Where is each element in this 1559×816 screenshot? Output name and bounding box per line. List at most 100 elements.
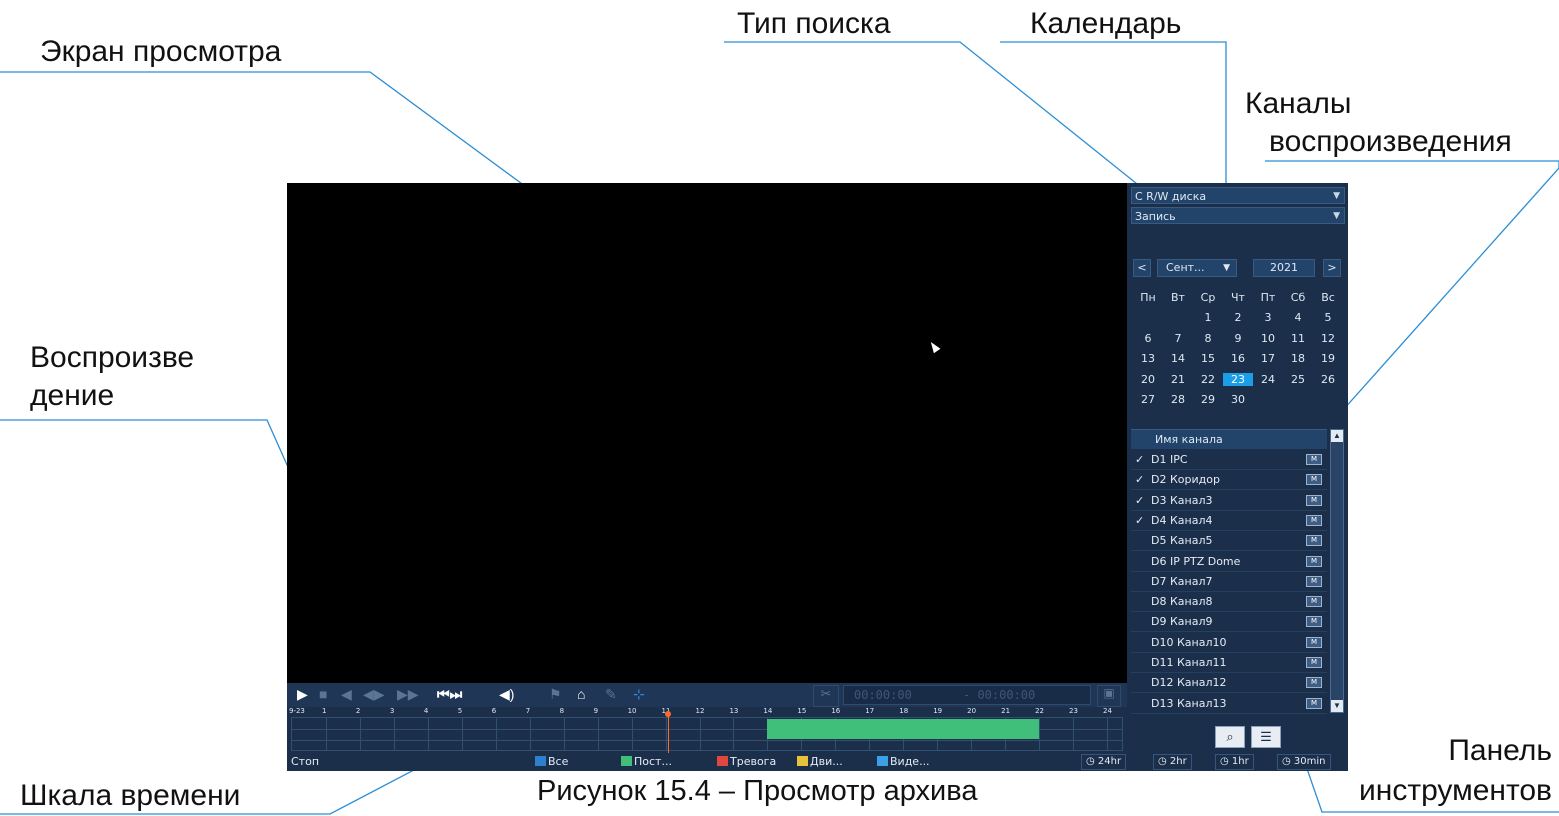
calendar-day[interactable]: 20 — [1133, 373, 1163, 386]
play-icon[interactable]: ▶ — [297, 686, 308, 703]
time-scale[interactable]: 9-23 12345678910111213141516171819202122… — [287, 707, 1127, 753]
main-stream-toggle[interactable]: M — [1306, 555, 1322, 567]
channel-row[interactable]: D8 Канал8 M — [1131, 592, 1327, 613]
channel-checkbox[interactable]: ✓ — [1135, 491, 1147, 511]
legend-checkbox[interactable] — [621, 756, 632, 766]
calendar-day[interactable]: 2 — [1223, 311, 1253, 324]
scroll-up-icon[interactable]: ▲ — [1331, 430, 1343, 442]
main-stream-toggle[interactable]: M — [1306, 596, 1322, 608]
calendar-day[interactable]: 7 — [1163, 332, 1193, 345]
timeline-cursor[interactable] — [667, 713, 669, 753]
calendar-day[interactable]: 16 — [1223, 352, 1253, 365]
legend-checkbox[interactable] — [535, 756, 546, 766]
channel-checkbox[interactable]: ✓ — [1135, 511, 1147, 531]
calendar-day[interactable]: 3 — [1253, 311, 1283, 324]
smart-search-button[interactable]: ⌕ — [1215, 726, 1245, 748]
main-stream-toggle[interactable]: M — [1306, 575, 1322, 587]
calendar-day[interactable]: 28 — [1163, 393, 1193, 406]
channel-row[interactable]: ✓ D2 Коридор M — [1131, 470, 1327, 491]
calendar-day[interactable]: 17 — [1253, 352, 1283, 365]
smart-motion-icon[interactable]: ⚑ — [549, 686, 562, 703]
calendar-day[interactable]: 15 — [1193, 352, 1223, 365]
main-stream-toggle[interactable]: M — [1306, 657, 1322, 668]
calendar-day[interactable]: 24 — [1253, 373, 1283, 386]
main-stream-toggle[interactable]: M — [1306, 514, 1322, 526]
volume-icon[interactable]: ◀) — [499, 686, 514, 703]
channel-row[interactable]: ✓ D3 Канал3 M — [1131, 491, 1327, 511]
source-select[interactable]: С R/W диска ▼ — [1131, 187, 1345, 204]
prev-next-day-icon[interactable]: ⏮⏭ — [437, 686, 462, 703]
record-type-select[interactable]: Запись ▼ — [1131, 207, 1345, 224]
playback-screen[interactable] — [287, 183, 1127, 683]
channel-row[interactable]: D9 Канал9 M — [1131, 612, 1327, 633]
calendar-day[interactable]: 26 — [1313, 373, 1343, 386]
main-stream-toggle[interactable]: M — [1306, 616, 1322, 628]
channel-row[interactable]: D7 Канал7 M — [1131, 572, 1327, 592]
channel-checkbox[interactable]: ✓ — [1135, 450, 1147, 470]
legend-item[interactable]: Тревога — [717, 753, 776, 771]
legend-item[interactable]: Дви... — [797, 753, 843, 771]
channel-checkbox[interactable]: ✓ — [1135, 470, 1147, 490]
main-stream-toggle[interactable]: M — [1306, 636, 1322, 648]
zoom-button[interactable]: ◷ 30min — [1277, 754, 1331, 770]
stop-icon[interactable]: ■ — [319, 686, 327, 702]
zoom-button[interactable]: ◷ 2hr — [1153, 754, 1192, 770]
main-stream-toggle[interactable]: M — [1306, 494, 1322, 506]
calendar-day[interactable]: 8 — [1193, 332, 1223, 345]
calendar-day[interactable]: 27 — [1133, 393, 1163, 406]
calendar-next-button[interactable]: > — [1323, 259, 1341, 277]
calendar-day[interactable]: 13 — [1133, 352, 1163, 365]
channel-row[interactable]: D13 Канал13 M — [1131, 694, 1327, 714]
calendar-prev-button[interactable]: < — [1133, 259, 1151, 277]
calendar-month-select[interactable]: Сент... ▼ — [1157, 259, 1237, 277]
zoom-button[interactable]: ◷ 1hr — [1215, 754, 1254, 770]
timeline-grid[interactable] — [291, 717, 1123, 751]
play-backward-icon[interactable]: ◀ — [341, 686, 352, 703]
tag-icon[interactable]: ✎ — [605, 686, 617, 703]
calendar-day[interactable]: 29 — [1193, 393, 1223, 406]
calendar-day[interactable]: 14 — [1163, 352, 1193, 365]
record-segment[interactable] — [767, 719, 1040, 739]
legend-item[interactable]: Пост... — [621, 753, 672, 771]
channel-list-header[interactable]: Имя канала — [1131, 429, 1327, 449]
calendar-day[interactable]: 19 — [1313, 352, 1343, 365]
channel-row[interactable]: D10 Канал10 M — [1131, 633, 1327, 653]
save-clip-icon[interactable]: ▣ — [1097, 685, 1121, 707]
main-stream-toggle[interactable]: M — [1306, 677, 1322, 689]
legend-checkbox[interactable] — [877, 756, 888, 766]
slow-play-icon[interactable]: ◀▶ — [363, 686, 385, 703]
calendar-day[interactable]: 1 — [1193, 311, 1223, 324]
calendar-day[interactable]: 4 — [1283, 311, 1313, 324]
legend-checkbox[interactable] — [797, 756, 808, 766]
fast-forward-icon[interactable]: ▶▶ — [397, 686, 419, 703]
zoom-button[interactable]: ◷ 24hr — [1081, 754, 1127, 770]
calendar-day[interactable]: 12 — [1313, 332, 1343, 345]
main-stream-toggle[interactable]: M — [1306, 474, 1322, 486]
channel-scrollbar[interactable]: ▲ ▼ — [1330, 429, 1344, 713]
legend-checkbox[interactable] — [717, 756, 728, 766]
calendar-day[interactable]: 30 — [1223, 393, 1253, 406]
snapshot-icon[interactable]: ⌂ — [577, 686, 585, 702]
channel-row[interactable]: D11 Канал11 M — [1131, 653, 1327, 673]
channel-row[interactable]: D5 Канал5 M — [1131, 531, 1327, 552]
calendar-day[interactable]: 10 — [1253, 332, 1283, 345]
scroll-down-icon[interactable]: ▼ — [1331, 700, 1343, 712]
channel-row[interactable]: D6 IP PTZ Dome M — [1131, 552, 1327, 572]
main-stream-toggle[interactable]: M — [1306, 697, 1322, 709]
clip-icon[interactable]: ✂ — [813, 685, 839, 707]
channel-row[interactable]: D12 Канал12 M — [1131, 673, 1327, 694]
legend-item[interactable]: Виде... — [877, 753, 930, 771]
calendar-day[interactable]: 22 — [1193, 373, 1223, 386]
legend-item[interactable]: Все — [535, 753, 568, 771]
calendar-day[interactable]: 5 — [1313, 311, 1343, 324]
calendar-year[interactable]: 2021 — [1253, 259, 1315, 277]
calendar-day[interactable]: 18 — [1283, 352, 1313, 365]
main-stream-toggle[interactable]: M — [1306, 535, 1322, 547]
calendar-day[interactable]: 23 — [1223, 372, 1253, 386]
main-stream-toggle[interactable]: M — [1306, 454, 1322, 465]
calendar-day[interactable]: 21 — [1163, 373, 1193, 386]
calendar-day[interactable]: 11 — [1283, 332, 1313, 345]
calendar-day[interactable]: 9 — [1223, 332, 1253, 345]
file-list-button[interactable]: ☰ — [1251, 726, 1281, 748]
channel-row[interactable]: ✓ D1 IPC M — [1131, 450, 1327, 470]
